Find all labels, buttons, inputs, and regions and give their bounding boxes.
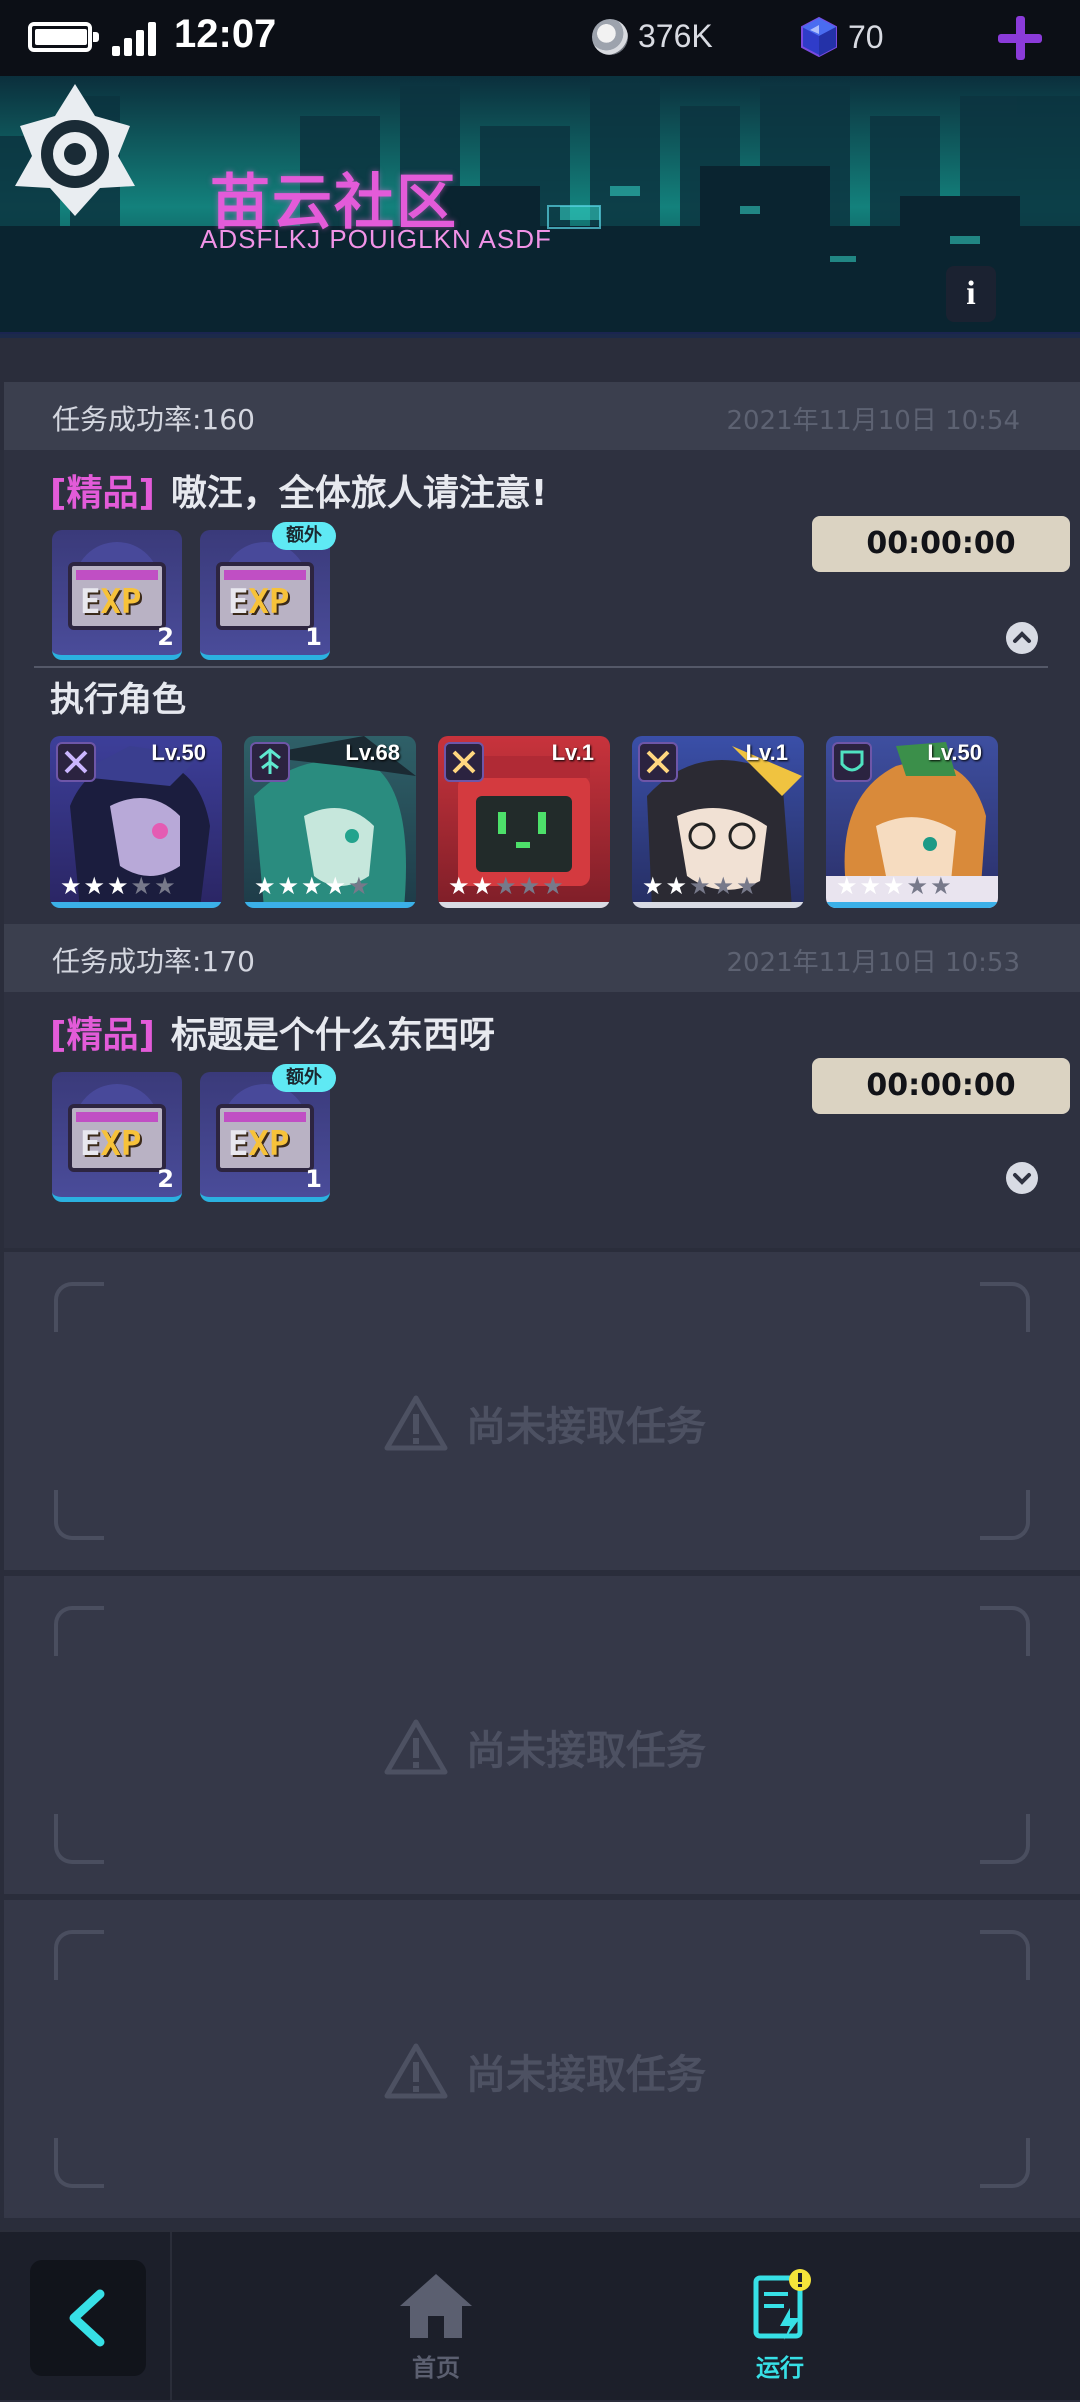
character-card[interactable]: Lv.50 ★★★★★ xyxy=(826,736,998,908)
chevron-left-icon xyxy=(69,2289,105,2347)
empty-slot-text: 尚未接取任务 xyxy=(466,1404,706,1450)
task-title: [精品] 嗷汪，全体旅人请注意! xyxy=(50,464,547,516)
exp-card-icon: EXP xyxy=(216,1104,314,1172)
character-card[interactable]: Lv.1 ★★★★★ xyxy=(632,736,804,908)
nav-home-label: 首页 xyxy=(412,2354,460,2382)
swords-icon xyxy=(638,742,678,782)
gem-amount: 70 xyxy=(848,18,884,55)
warning-icon xyxy=(384,1395,448,1451)
task-tag: [精品] xyxy=(50,473,155,514)
reward-quantity: 1 xyxy=(305,623,322,651)
coin-counter[interactable]: 376K xyxy=(592,18,713,55)
reward-quantity: 2 xyxy=(157,623,174,651)
task-header: 任务成功率:170 2021年11月10日 10:53 xyxy=(4,924,1080,992)
task-timer: 00:00:00 xyxy=(812,516,1070,572)
empty-task-slot[interactable]: 尚未接取任务 xyxy=(4,1576,1080,1894)
chevron-up-icon xyxy=(1013,631,1031,643)
reward-item[interactable]: EXP 2 xyxy=(52,530,182,660)
empty-task-slot[interactable]: 尚未接取任务 xyxy=(4,1252,1080,1570)
reward-quantity: 1 xyxy=(305,1165,322,1193)
gem-icon xyxy=(801,16,837,58)
swords-icon xyxy=(56,742,96,782)
community-banner: 苗云社区 ADSFLKJ POUIGLKN ASDF i xyxy=(0,76,1080,338)
exp-label: EXP xyxy=(80,1124,142,1164)
character-level: Lv.1 xyxy=(551,740,594,765)
task-tag: [精品] xyxy=(50,1015,155,1056)
back-button[interactable] xyxy=(30,2260,146,2376)
warning-icon xyxy=(384,1719,448,1775)
exp-card-icon: EXP xyxy=(68,562,166,630)
empty-slot-text: 尚未接取任务 xyxy=(466,1728,706,1774)
task-card: [精品] 标题是个什么东西呀 EXP 2 EXP 1 额外 00:00:00 xyxy=(4,992,1080,1248)
task-title: [精品] 标题是个什么东西呀 xyxy=(50,1006,495,1058)
support-icon xyxy=(250,742,290,782)
exp-card-icon: EXP xyxy=(68,1104,166,1172)
coin-amount: 376K xyxy=(638,18,713,54)
character-stars: ★★★★★ xyxy=(836,872,954,900)
exp-label: EXP xyxy=(80,582,142,622)
bottom-navigation: 首页 运行 xyxy=(0,2230,1080,2402)
nav-run[interactable]: 运行 xyxy=(720,2268,840,2383)
character-card[interactable]: Lv.1 ★★★★★ xyxy=(438,736,610,908)
character-stars: ★★★★★ xyxy=(642,872,760,900)
task-title-text: 标题是个什么东西呀 xyxy=(170,1015,495,1056)
task-success-rate: 任务成功率:160 xyxy=(52,403,255,436)
battery-icon xyxy=(28,22,99,52)
status-time: 12:07 xyxy=(174,12,277,56)
empty-task-slot[interactable]: 尚未接取任务 xyxy=(4,1900,1080,2218)
reward-quantity: 2 xyxy=(157,1165,174,1193)
roles-title: 执行角色 xyxy=(50,680,186,720)
character-stars: ★★★★★ xyxy=(448,872,566,900)
chevron-down-icon xyxy=(1013,1173,1031,1185)
character-level: Lv.68 xyxy=(345,740,400,765)
task-timestamp: 2021年11月10日 10:54 xyxy=(726,406,1020,436)
character-card[interactable]: Lv.50 ★★★★★ xyxy=(50,736,222,908)
character-level: Lv.1 xyxy=(745,740,788,765)
character-card[interactable]: Lv.68 ★★★★★ xyxy=(244,736,416,908)
task-header: 任务成功率:160 2021年11月10日 10:54 xyxy=(4,382,1080,450)
task-run-icon xyxy=(753,2269,811,2340)
city-skyline-illustration xyxy=(0,76,1080,334)
warning-icon xyxy=(384,2043,448,2099)
task-timestamp: 2021年11月10日 10:53 xyxy=(726,948,1020,978)
home-icon xyxy=(400,2274,472,2338)
community-logo-icon xyxy=(15,84,135,216)
divider xyxy=(34,666,1048,668)
nav-run-label: 运行 xyxy=(756,2354,804,2382)
exp-label: EXP xyxy=(228,1124,290,1164)
coin-icon xyxy=(592,18,628,55)
nav-home[interactable]: 首页 xyxy=(376,2268,496,2383)
exp-card-icon: EXP xyxy=(216,562,314,630)
extra-badge: 额外 xyxy=(272,522,336,550)
collapse-button[interactable] xyxy=(1006,622,1038,654)
community-subtitle: ADSFLKJ POUIGLKN ASDF xyxy=(200,224,552,254)
gem-counter[interactable]: 70 xyxy=(800,16,884,58)
exp-label: EXP xyxy=(228,582,290,622)
task-timer: 00:00:00 xyxy=(812,1058,1070,1114)
signal-icon xyxy=(112,22,162,56)
shield-icon xyxy=(832,742,872,782)
info-button[interactable]: i xyxy=(946,266,996,322)
reward-item[interactable]: EXP 2 xyxy=(52,1072,182,1202)
character-level: Lv.50 xyxy=(151,740,206,765)
status-bar: 12:07 376K 70 xyxy=(0,0,1080,76)
empty-slot-text: 尚未接取任务 xyxy=(466,2052,706,2098)
expand-button[interactable] xyxy=(1006,1162,1038,1194)
swords-icon xyxy=(444,742,484,782)
character-stars: ★★★★★ xyxy=(60,872,178,900)
task-success-rate: 任务成功率:170 xyxy=(52,945,255,978)
character-stars: ★★★★★ xyxy=(254,872,372,900)
character-level: Lv.50 xyxy=(927,740,982,765)
add-currency-button[interactable] xyxy=(996,14,1044,62)
task-title-text: 嗷汪，全体旅人请注意! xyxy=(170,473,548,514)
extra-badge: 额外 xyxy=(272,1064,336,1092)
